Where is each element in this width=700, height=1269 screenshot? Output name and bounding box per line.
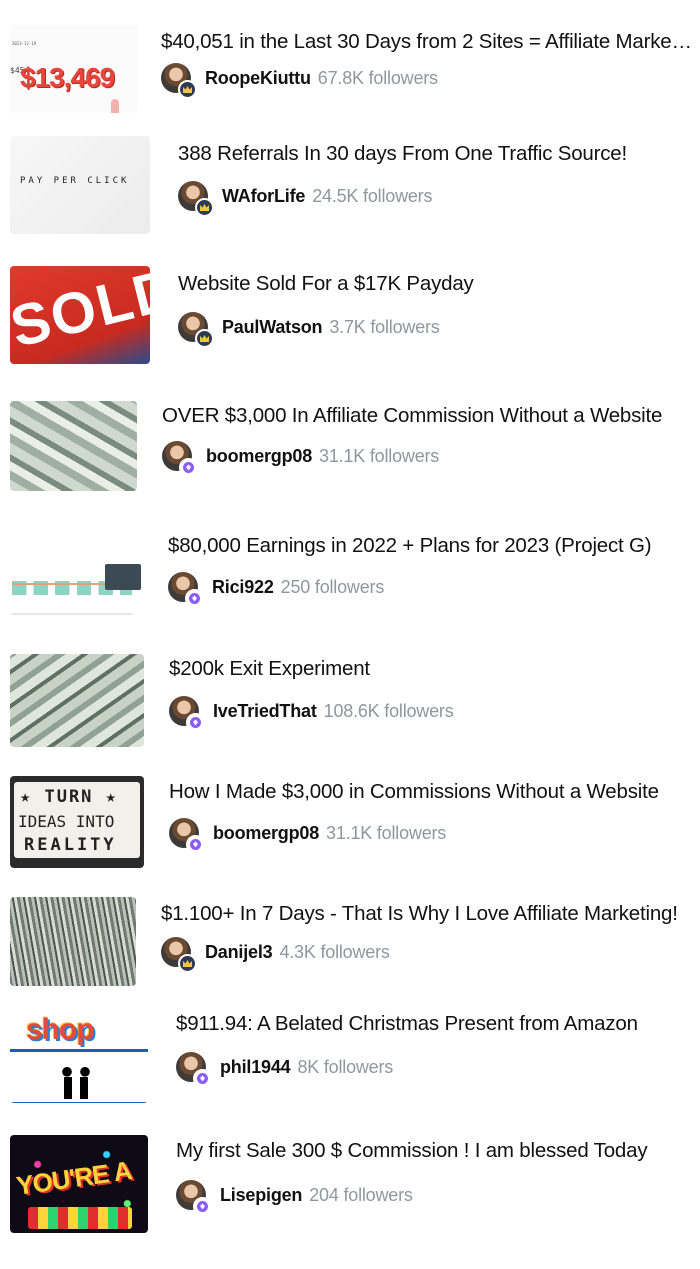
author-username[interactable]: boomergp08 (213, 823, 319, 844)
post-item[interactable]: shop $911.94: A Belated Christmas Presen… (0, 1000, 700, 1125)
avatar[interactable] (161, 937, 197, 973)
author-username[interactable]: IveTriedThat (213, 701, 317, 722)
gem-badge-icon (179, 458, 198, 477)
crown-badge-icon (178, 954, 197, 973)
post-author[interactable]: Rici922 250 followers (168, 570, 385, 608)
post-thumbnail[interactable]: SOLD (10, 266, 150, 364)
post-author[interactable]: phil1944 8K followers (176, 1050, 394, 1088)
post-thumbnail[interactable]: 2023-12-19 $45 $13,469 (10, 25, 138, 113)
avatar[interactable] (169, 818, 205, 854)
post-title[interactable]: $200k Exit Experiment (169, 657, 694, 681)
gem-badge-icon (193, 1197, 212, 1216)
post-thumbnail[interactable] (10, 531, 142, 625)
post-title[interactable]: How I Made $3,000 in Commissions Without… (169, 780, 694, 804)
author-username[interactable]: PaulWatson (222, 317, 323, 338)
post-title[interactable]: $911.94: A Belated Christmas Present fro… (176, 1012, 696, 1036)
thumbnail-bar (111, 99, 119, 113)
avatar[interactable] (162, 441, 198, 477)
post-title[interactable]: Website Sold For a $17K Payday (178, 272, 693, 296)
author-username[interactable]: Danijel3 (205, 942, 273, 963)
post-title[interactable]: 388 Referrals In 30 days From One Traffi… (178, 142, 693, 166)
post-thumbnail[interactable] (10, 654, 144, 747)
author-username[interactable]: Lisepigen (220, 1185, 302, 1206)
author-followers: 67.8K followers (317, 67, 438, 88)
thumbnail-line-2: IDEAS INTO (18, 812, 115, 831)
author-followers: 204 followers (309, 1184, 413, 1205)
avatar[interactable] (178, 312, 214, 348)
avatar[interactable] (161, 63, 197, 99)
post-author[interactable]: WAforLife 24.5K followers (178, 179, 433, 217)
post-item[interactable]: YOU'RE A My first Sale 300 $ Commission … (0, 1125, 700, 1265)
gem-badge-icon (193, 1069, 212, 1088)
author-username[interactable]: WAforLife (222, 186, 305, 207)
gem-badge-icon (186, 835, 205, 854)
avatar[interactable] (178, 181, 214, 217)
avatar[interactable] (169, 696, 205, 732)
avatar[interactable] (176, 1052, 212, 1088)
post-title[interactable]: $80,000 Earnings in 2022 + Plans for 202… (168, 534, 694, 558)
post-title[interactable]: My first Sale 300 $ Commission ! I am bl… (176, 1139, 696, 1163)
crown-badge-icon (195, 198, 214, 217)
crown-badge-icon (195, 329, 214, 348)
thumbnail-text: PAY PER CLICK (20, 176, 130, 186)
post-item[interactable]: ★ TURN ★ IDEAS INTO REALITY How I Made $… (0, 770, 700, 890)
post-item[interactable]: SOLD Website Sold For a $17K Payday Paul… (0, 260, 700, 380)
thumbnail-table (12, 613, 132, 615)
post-title[interactable]: $40,051 in the Last 30 Days from 2 Sites… (161, 30, 696, 54)
author-followers: 3.7K followers (329, 316, 440, 337)
author-followers: 250 followers (280, 576, 385, 597)
post-thumbnail[interactable]: shop (10, 1007, 148, 1103)
post-author[interactable]: Lisepigen 204 followers (176, 1178, 413, 1216)
post-thumbnail[interactable]: ★ TURN ★ IDEAS INTO REALITY (10, 776, 144, 868)
thumbnail-date: 2023-12-19 (12, 41, 37, 46)
post-author[interactable]: boomergp08 31.1K followers (169, 816, 447, 854)
family-figure (58, 1065, 94, 1099)
thumbnail-text: SOLD (10, 266, 150, 361)
post-item[interactable]: 2023-12-19 $45 $13,469 $40,051 in the La… (0, 0, 700, 120)
lightbox-sign: ★ TURN ★ IDEAS INTO REALITY (14, 782, 140, 858)
post-title[interactable]: $1.100+ In 7 Days - That Is Why I Love A… (161, 902, 695, 926)
post-author[interactable]: boomergp08 31.1K followers (162, 439, 440, 477)
post-title[interactable]: OVER $3,000 In Affiliate Commission With… (162, 404, 694, 428)
post-item[interactable]: $200k Exit Experiment IveTriedThat 108.6… (0, 650, 700, 770)
thumbnail-word-bar (28, 1207, 132, 1229)
author-followers: 4.3K followers (279, 941, 390, 962)
author-followers: 31.1K followers (319, 445, 440, 466)
author-followers: 24.5K followers (312, 185, 433, 206)
gem-badge-icon (185, 589, 204, 608)
crown-badge-icon (178, 80, 197, 99)
author-username[interactable]: boomergp08 (206, 446, 312, 467)
post-author[interactable]: Danijel3 4.3K followers (161, 935, 390, 973)
thumbnail-line-3: REALITY (24, 835, 117, 855)
author-username[interactable]: RoopeKiuttu (205, 68, 311, 89)
post-thumbnail[interactable]: YOU'RE A (10, 1135, 148, 1233)
thumbnail-text: shop (26, 1013, 95, 1046)
post-thumbnail[interactable] (10, 897, 136, 986)
post-thumbnail[interactable]: PAY PER CLICK (10, 136, 150, 234)
author-followers: 8K followers (297, 1056, 394, 1077)
post-item[interactable]: $1.100+ In 7 Days - That Is Why I Love A… (0, 890, 700, 1000)
thumbnail-amount: $13,469 (20, 62, 115, 93)
post-item[interactable]: $80,000 Earnings in 2022 + Plans for 202… (0, 520, 700, 640)
gem-badge-icon (186, 713, 205, 732)
avatar[interactable] (176, 1180, 212, 1216)
post-item[interactable]: OVER $3,000 In Affiliate Commission With… (0, 390, 700, 510)
author-username[interactable]: phil1944 (220, 1057, 291, 1078)
thumbnail-tooltip (105, 564, 141, 590)
author-username[interactable]: Rici922 (212, 577, 274, 598)
post-item[interactable]: PAY PER CLICK 388 Referrals In 30 days F… (0, 130, 700, 250)
avatar[interactable] (168, 572, 204, 608)
post-author[interactable]: PaulWatson 3.7K followers (178, 310, 440, 348)
author-followers: 108.6K followers (323, 700, 454, 721)
post-author[interactable]: RoopeKiuttu 67.8K followers (161, 61, 438, 99)
thumbnail-text: YOU'RE A (14, 1155, 134, 1201)
thumbnail-line-1: ★ TURN ★ (20, 787, 118, 807)
author-followers: 31.1K followers (326, 822, 447, 843)
post-thumbnail[interactable] (10, 401, 137, 491)
post-author[interactable]: IveTriedThat 108.6K followers (169, 694, 454, 732)
